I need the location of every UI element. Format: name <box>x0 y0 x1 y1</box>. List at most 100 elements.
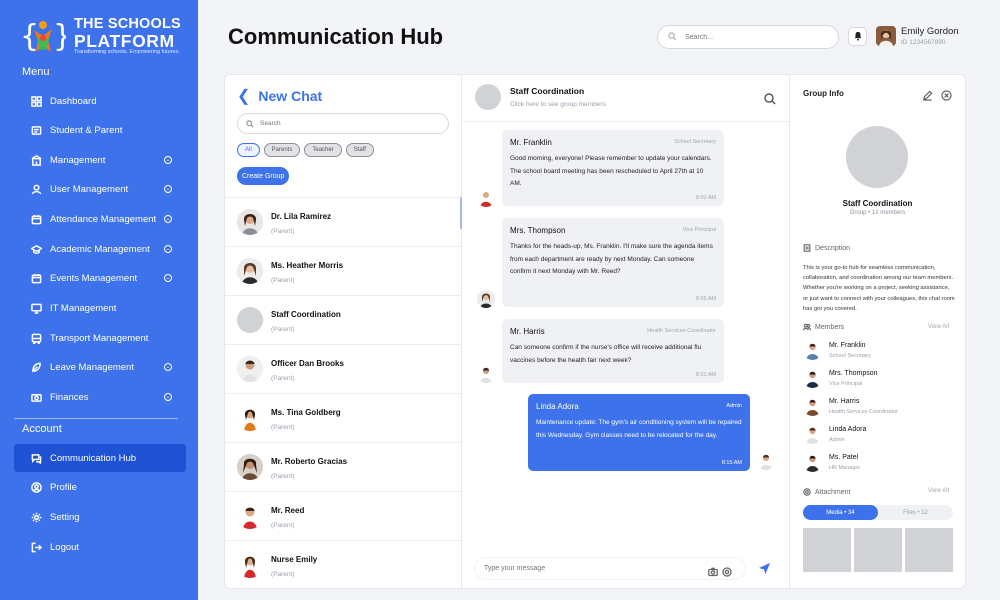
attachment-label: Attachment <box>815 488 851 496</box>
user-avatar[interactable] <box>876 26 896 46</box>
new-chat-header[interactable]: ❮ New Chat <box>237 86 322 106</box>
chevron-down-icon[interactable]: ⌄ <box>164 185 172 193</box>
contact-item[interactable]: Dr. Lila Ramirez (Parent) <box>225 197 461 246</box>
member-name: Mr. Franklin <box>829 342 866 349</box>
chevron-down-icon[interactable]: ⌄ <box>164 245 172 253</box>
attachment-icon[interactable] <box>722 564 732 577</box>
leave-icon <box>29 360 43 374</box>
brand-logo[interactable]: { } THE SCHOOLS PLATFORM Transforming sc… <box>18 14 188 58</box>
sender-avatar <box>477 189 495 207</box>
member-item[interactable]: Mr. Franklin School Secretary <box>803 341 953 361</box>
calendar-icon <box>29 271 43 285</box>
camera-icon[interactable] <box>708 564 718 576</box>
sidebar-item-management[interactable]: Management ⌄ <box>14 146 186 174</box>
member-item[interactable]: Mrs. Thompson Vice Principal <box>803 369 953 389</box>
contact-name: Mr. Roberto Gracias <box>271 457 348 466</box>
conversation-subtitle[interactable]: Click here to see group members <box>510 101 606 108</box>
message-sender-role: School Secretary <box>674 139 716 145</box>
chevron-down-icon[interactable]: ⌄ <box>164 363 172 371</box>
sidebar-item-transport-management[interactable]: Transport Management <box>14 324 186 352</box>
attachment-tabs: Media • 34 Files • 12 <box>803 505 953 520</box>
filter-chip-teacher[interactable]: Teacher <box>304 143 342 157</box>
group-info-title: Group Info <box>803 89 844 98</box>
sidebar-item-label: User Management <box>50 183 129 195</box>
sidebar-item-logout[interactable]: Logout <box>14 533 186 561</box>
conversation-header[interactable]: Staff Coordination Click here to see gro… <box>462 75 789 122</box>
sender-avatar <box>477 365 495 383</box>
chat-search[interactable] <box>237 113 449 134</box>
tab-files[interactable]: Files • 12 <box>878 505 953 520</box>
contact-item[interactable]: Staff Coordination (Parent) <box>225 295 461 344</box>
media-thumbnail[interactable] <box>854 528 902 572</box>
contact-avatar <box>237 209 263 235</box>
sidebar-item-leave-management[interactable]: Leave Management ⌄ <box>14 353 186 381</box>
media-thumbnail[interactable] <box>905 528 953 572</box>
chevron-down-icon[interactable]: ⌄ <box>164 393 172 401</box>
filter-chip-parents[interactable]: Parents <box>263 143 301 157</box>
sidebar-item-label: Profile <box>50 481 77 493</box>
filter-chip-all[interactable]: All <box>237 143 260 157</box>
contact-item[interactable]: Nurse Emily (Parent) <box>225 540 461 589</box>
tab-media[interactable]: Media • 34 <box>803 505 878 520</box>
contact-list: Dr. Lila Ramirez (Parent) Ms. Heather Mo… <box>225 197 461 589</box>
message-bubble-outgoing: Linda Adora Admin Maintenance update: Th… <box>528 394 750 471</box>
contact-item[interactable]: Ms. Tina Goldberg (Parent) <box>225 393 461 442</box>
sidebar-item-label: Academic Management <box>50 243 150 255</box>
member-item[interactable]: Linda Adora Admin <box>803 425 953 445</box>
members-view-all[interactable]: View All <box>928 324 949 330</box>
finance-icon <box>29 390 43 404</box>
close-icon[interactable] <box>941 88 952 101</box>
sidebar-item-academic-management[interactable]: Academic Management ⌄ <box>14 235 186 263</box>
contact-item[interactable]: Officer Dan Brooks (Parent) <box>225 344 461 393</box>
sidebar-item-label: Leave Management <box>50 361 134 373</box>
contact-avatar <box>237 258 263 284</box>
member-item[interactable]: Mr. Harris Health Services Coordinator <box>803 397 953 417</box>
notification-button[interactable] <box>848 27 867 46</box>
global-search-input[interactable] <box>685 33 825 41</box>
contact-avatar <box>237 405 263 431</box>
sidebar-item-dashboard[interactable]: Dashboard <box>14 87 186 115</box>
message-input[interactable] <box>484 565 704 572</box>
create-group-button[interactable]: Create Group <box>237 167 290 185</box>
contact-item[interactable]: Mr. Roberto Gracias (Parent) <box>225 442 461 491</box>
group-description: This is your go-to hub for seamless comm… <box>803 265 955 312</box>
sidebar-item-student-parent[interactable]: Student & Parent <box>14 116 186 144</box>
chevron-left-icon[interactable]: ❮ <box>237 86 250 106</box>
message-composer[interactable] <box>475 558 745 579</box>
chevron-down-icon[interactable]: ⌄ <box>164 156 172 164</box>
member-item[interactable]: Ms. Patel HR Manager <box>803 453 953 473</box>
chevron-down-icon[interactable]: ⌄ <box>164 215 172 223</box>
contact-item[interactable]: Ms. Heather Morris (Parent) <box>225 246 461 295</box>
member-name: Linda Adora <box>829 426 867 433</box>
edit-icon[interactable] <box>922 88 933 101</box>
menu-heading: Menu <box>22 66 50 78</box>
sidebar-item-attendance-management[interactable]: Attendance Management ⌄ <box>14 205 186 233</box>
sidebar-item-finances[interactable]: Finances ⌄ <box>14 383 186 411</box>
contact-item[interactable]: Mr. Reed (Parent) <box>225 491 461 540</box>
sidebar-item-it-management[interactable]: IT Management <box>14 294 186 322</box>
sidebar-item-events-management[interactable]: Events Management ⌄ <box>14 264 186 292</box>
send-button[interactable] <box>758 562 772 576</box>
message-time: 8:10 AM <box>695 372 716 378</box>
sidebar-item-user-management[interactable]: User Management ⌄ <box>14 175 186 203</box>
attachment-icon <box>803 488 811 496</box>
contact-role: (Parent) <box>271 228 295 235</box>
message-sender: Mr. Harris <box>510 327 545 336</box>
monitor-icon <box>29 301 43 315</box>
attachment-view-all[interactable]: View All <box>928 488 949 494</box>
members-label: Members <box>815 323 845 331</box>
message-text: Good morning, everyone! Please remember … <box>510 155 712 187</box>
logout-icon <box>29 540 43 554</box>
chat-search-input[interactable] <box>260 120 440 127</box>
student-icon <box>29 123 43 137</box>
sidebar-item-profile[interactable]: Profile <box>14 473 186 501</box>
global-search[interactable] <box>657 25 839 49</box>
member-avatar <box>803 369 822 388</box>
media-thumbnail[interactable] <box>803 528 851 572</box>
chevron-down-icon[interactable]: ⌄ <box>164 274 172 282</box>
sidebar-item-setting[interactable]: Setting <box>14 503 186 531</box>
search-icon[interactable] <box>764 92 776 105</box>
filter-chip-staff[interactable]: Staff <box>345 143 374 157</box>
page-title: Communication Hub <box>228 24 444 49</box>
sidebar-item-communication-hub[interactable]: Communication Hub <box>14 444 186 472</box>
